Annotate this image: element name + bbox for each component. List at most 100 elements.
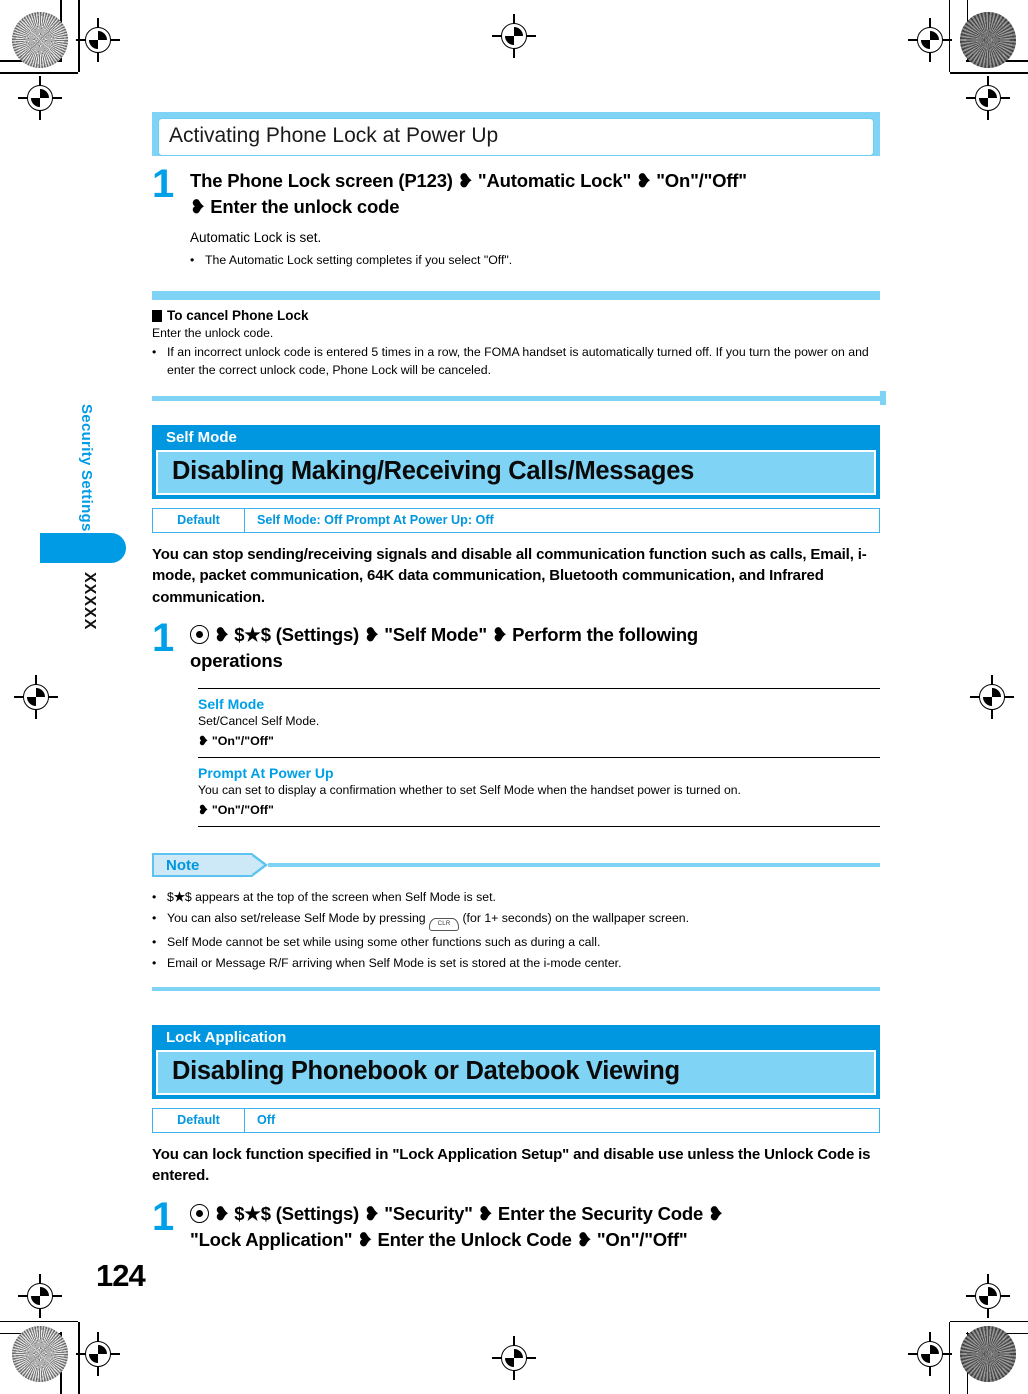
registration-mark [14, 675, 58, 719]
registration-mark [970, 675, 1014, 719]
note-rule [268, 863, 880, 868]
subsection-heading-text: To cancel Phone Lock [167, 308, 309, 324]
note-body: • $★$ appears at the top of the screen w… [152, 877, 880, 982]
section-kicker: Lock Application [152, 1024, 880, 1050]
step-instruction-line-1: ❥ $★$ (Settings) ❥ "Security" ❥ Enter th… [190, 1201, 880, 1227]
list-item: • You can also set/release Self Mode by … [152, 910, 880, 932]
star-icon: ★ [244, 623, 261, 645]
default-label: Default [153, 509, 245, 533]
section-kicker: Self Mode [152, 425, 880, 451]
crop-line [950, 72, 1028, 74]
step-instruction-line-1: ❥ $★$ (Settings) ❥ "Self Mode" ❥ Perform… [190, 622, 880, 648]
list-item-text: The Automatic Lock setting completes if … [205, 252, 513, 267]
step-instruction-line-2: "Lock Application" ❥ Enter the Unlock Co… [190, 1228, 688, 1250]
step-instruction-part-b: $ (Settings) ❥ "Self Mode" ❥ Perform the… [260, 623, 699, 645]
note-tag-arrow-inner-icon [252, 856, 264, 875]
starburst-target-icon [960, 1326, 1016, 1382]
section-self-mode: Self Mode Disabling Making/Receiving Cal… [152, 425, 880, 991]
note-box: Note • $★$ appears at the top of the scr… [152, 853, 880, 991]
chapter-tab-pill [40, 533, 126, 563]
step-bullet-list: • The Automatic Lock setting completes i… [190, 252, 880, 270]
registration-mark [18, 76, 62, 120]
list-item-text: Self Mode cannot be set while using some… [167, 935, 601, 950]
option-choices: ❥ "On"/"Off" [198, 803, 274, 818]
section-title: Disabling Making/Receiving Calls/Message… [156, 450, 876, 496]
center-select-key-icon [190, 1203, 209, 1223]
starburst-target-icon [960, 12, 1016, 68]
step-instruction-line-2: ❥ Enter the unlock code [190, 196, 400, 218]
bullet-dot-icon: • [152, 956, 157, 971]
bullet-dot-icon: • [190, 252, 195, 267]
list-item: • If an incorrect unlock code is entered… [152, 344, 880, 380]
step-instruction-line-1: The Phone Lock screen (P123) ❥ "Automati… [190, 170, 747, 191]
default-settings-table: Default Off [152, 1107, 880, 1133]
list-item: • Self Mode cannot be set while using so… [152, 934, 880, 952]
bullet-dot-icon: • [152, 890, 157, 905]
center-select-key-icon [190, 624, 209, 644]
bullet-dot-icon: • [152, 935, 157, 950]
section-title: Disabling Phonebook or Datebook Viewing [156, 1049, 876, 1095]
starburst-target-icon [12, 12, 68, 68]
step-result-text: Automatic Lock is set. [190, 229, 322, 245]
step-instruction-part-a: ❥ $ [213, 1202, 245, 1224]
option-choices: ❥ "On"/"Off" [198, 734, 274, 749]
step-instruction-line-2: operations [190, 650, 283, 672]
bullet-dot-icon: • [152, 345, 157, 360]
section-cancel-phone-lock: To cancel Phone Lock Enter the unlock co… [152, 308, 880, 380]
star-icon: ★ [244, 1202, 261, 1224]
step-instruction-part-b: $ (Settings) ❥ "Security" ❥ Enter the Se… [260, 1202, 724, 1224]
section-lock-application: Lock Application Disabling Phonebook or … [152, 1024, 880, 1254]
registration-mark [908, 1332, 952, 1376]
step-number: 1 [152, 162, 175, 206]
list-item-text: If an incorrect unlock code is entered 5… [167, 345, 869, 378]
registration-mark [18, 1274, 62, 1318]
section-title-wrapper: Disabling Making/Receiving Calls/Message… [152, 450, 880, 500]
option-description: Set/Cancel Self Mode. [198, 714, 320, 729]
default-label: Default [153, 1108, 245, 1132]
clear-key-icon: CLR [429, 918, 460, 932]
note-text-mid: $ [184, 890, 192, 905]
list-item-text: Email or Message R/F arriving when Self … [167, 956, 622, 971]
list-item-text: $★$ appears at the top of the screen whe… [167, 889, 880, 907]
bullet-dot-icon: • [152, 911, 157, 926]
content-column: Activating Phone Lock at Power Up 1 The … [152, 112, 886, 1254]
registration-mark [76, 1332, 120, 1376]
phone-lock-title-band: Activating Phone Lock at Power Up [152, 112, 880, 156]
note-text-pre: You can also set/release Self Mode by pr… [167, 911, 430, 926]
divider-rule-top [152, 291, 880, 301]
starburst-target-icon [12, 1326, 68, 1382]
list-item-text: You can also set/release Self Mode by pr… [167, 910, 880, 932]
default-settings-table: Default Self Mode: Off Prompt At Power U… [152, 508, 880, 534]
step-number: 1 [152, 1194, 175, 1239]
section-paragraph: You can lock function specified in "Lock… [152, 1145, 871, 1185]
registration-mark [492, 14, 536, 58]
registration-mark [492, 1336, 536, 1380]
default-value: Off [257, 1112, 276, 1127]
list-item: • Email or Message R/F arriving when Sel… [152, 955, 880, 973]
option-name: Self Mode [198, 696, 265, 713]
note-label: Note [152, 853, 252, 878]
registration-mark [76, 18, 120, 62]
option-description: You can set to display a confirmation wh… [198, 783, 741, 798]
option-list: Self Mode Set/Cancel Self Mode. ❥ "On"/"… [198, 688, 880, 828]
list-item: • The Automatic Lock setting completes i… [190, 252, 880, 270]
divider-rule-bottom [152, 391, 886, 406]
section-paragraph: You can stop sending/receiving signals a… [152, 546, 867, 606]
crop-line [0, 1320, 78, 1322]
page-number: 124 [96, 1258, 146, 1293]
step-instruction-part-a: ❥ $ [213, 623, 245, 645]
option-self-mode: Self Mode Set/Cancel Self Mode. ❥ "On"/"… [198, 688, 880, 757]
crop-line [950, 1320, 1028, 1322]
registration-mark [908, 18, 952, 62]
step-lock-application: 1 ❥ $★$ (Settings) ❥ "Security" ❥ Enter … [152, 1194, 880, 1254]
subsection-text: Enter the unlock code. [152, 326, 274, 341]
step-self-mode: 1 ❥ $★$ (Settings) ❥ "Self Mode" ❥ Perfo… [152, 618, 880, 675]
chapter-tab-number: XXXXX [81, 572, 98, 631]
note-header: Note [152, 853, 880, 878]
star-icon: ★ [173, 890, 185, 905]
step-phone-lock: 1 The Phone Lock screen (P123) ❥ "Automa… [152, 162, 880, 270]
option-name: Prompt At Power Up [198, 765, 334, 782]
registration-mark [966, 76, 1010, 120]
square-bullet-icon [152, 309, 162, 322]
default-value: Self Mode: Off Prompt At Power Up: Off [257, 513, 494, 528]
